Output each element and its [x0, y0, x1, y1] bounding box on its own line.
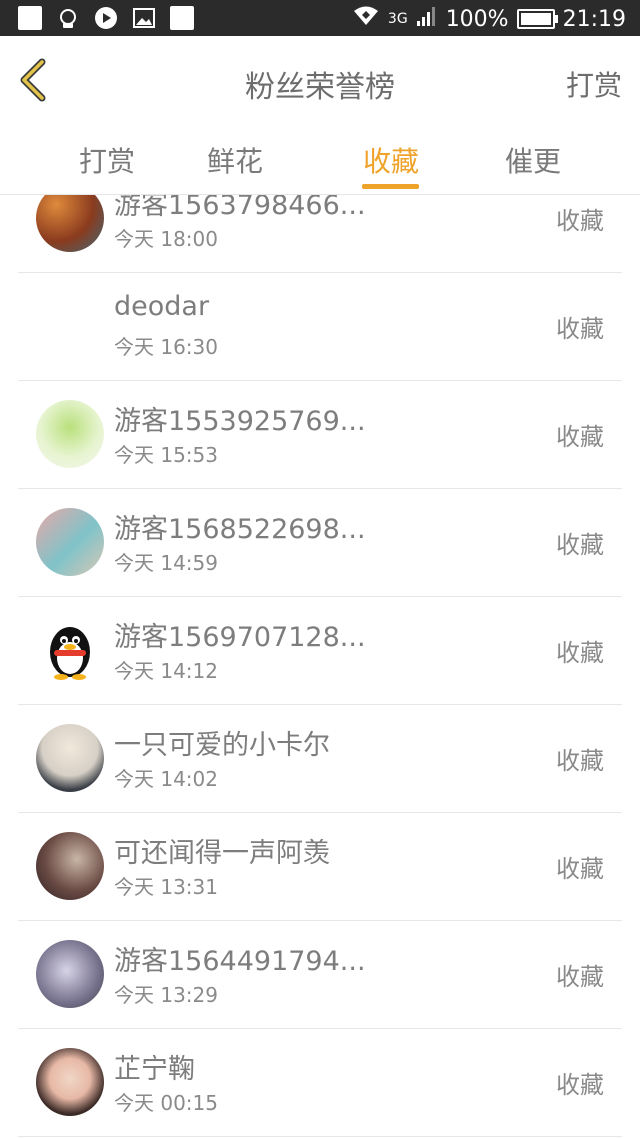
user-name: 游客1564491794... [114, 946, 366, 977]
tab-flowers[interactable]: 鲜花 [180, 140, 290, 180]
action-label: 收藏 [556, 1071, 604, 1099]
timestamp: 今天 14:12 [114, 659, 218, 683]
user-name: 一只可爱的小卡尔 [114, 730, 330, 761]
timestamp: 今天 13:29 [114, 983, 218, 1007]
battery-percent: 100% [445, 6, 509, 32]
app-header: 粉丝荣誉榜 打赏 [0, 36, 640, 123]
timestamp: 今天 13:31 [114, 875, 218, 899]
reward-button[interactable]: 打赏 [566, 64, 622, 104]
action-label: 收藏 [556, 315, 604, 343]
timestamp: 今天 16:30 [114, 335, 218, 359]
action-label: 收藏 [556, 963, 604, 991]
timestamp: 今天 15:53 [114, 443, 218, 467]
notification-square-icon [170, 6, 194, 30]
list-item[interactable]: 芷宁鞠 今天 00:15 收藏 [18, 1029, 622, 1137]
user-name: 游客1553925769... [114, 406, 366, 437]
user-name: 游客1563798466... [114, 195, 366, 221]
avatar [36, 724, 104, 792]
avatar [36, 508, 104, 576]
user-name: 游客1569707128... [114, 622, 366, 653]
avatar [36, 292, 104, 360]
notification-square-icon [18, 6, 42, 30]
action-label: 收藏 [556, 855, 604, 883]
list-item[interactable]: 一只可爱的小卡尔 今天 14:02 收藏 [18, 705, 622, 813]
active-tab-indicator [362, 184, 419, 189]
clock: 21:19 [562, 6, 626, 32]
list-item[interactable]: 游客1553925769... 今天 15:53 收藏 [18, 381, 622, 489]
user-name: deodar [114, 291, 210, 322]
tab-reward[interactable]: 打赏 [52, 140, 162, 180]
status-bar: 3G 100% 21:19 [0, 0, 640, 36]
timestamp: 今天 18:00 [114, 227, 218, 251]
list-item[interactable]: 游客1563798466... 今天 18:00 收藏 [18, 195, 622, 273]
avatar [36, 195, 104, 252]
wifi-icon [352, 5, 380, 33]
avatar [36, 940, 104, 1008]
action-label: 收藏 [556, 423, 604, 451]
page-title: 粉丝荣誉榜 [245, 70, 395, 105]
list-item[interactable]: 游客1564491794... 今天 13:29 收藏 [18, 921, 622, 1029]
avatar [36, 832, 104, 900]
timestamp: 今天 14:02 [114, 767, 218, 791]
timestamp: 今天 00:15 [114, 1091, 218, 1115]
avatar [36, 400, 104, 468]
tab-urge-update[interactable]: 催更 [478, 140, 588, 180]
timestamp: 今天 14:59 [114, 551, 218, 575]
play-circle-icon [94, 6, 118, 30]
tab-favorites[interactable]: 收藏 [336, 140, 446, 180]
chat-bot-icon [56, 6, 80, 30]
list-item[interactable]: 游客1568522698... 今天 14:59 收藏 [18, 489, 622, 597]
notification-icons [18, 6, 194, 30]
user-name: 芷宁鞠 [114, 1054, 195, 1085]
action-label: 收藏 [556, 207, 604, 235]
list-item[interactable]: 游客1569707128... 今天 14:12 收藏 [18, 597, 622, 705]
signal-icon [416, 5, 438, 33]
action-label: 收藏 [556, 747, 604, 775]
list-item[interactable]: deodar 今天 16:30 收藏 [18, 273, 622, 381]
image-icon [132, 6, 156, 30]
user-name: 游客1568522698... [114, 514, 366, 545]
list-item[interactable]: 可还闻得一声阿羡 今天 13:31 收藏 [18, 813, 622, 921]
network-type: 3G [387, 11, 408, 27]
action-label: 收藏 [556, 531, 604, 559]
user-name: 可还闻得一声阿羡 [114, 838, 330, 869]
fan-list[interactable]: 游客1563798466... 今天 18:00 收藏 deodar 今天 16… [0, 195, 640, 1138]
battery-icon [516, 9, 558, 29]
action-label: 收藏 [556, 639, 604, 667]
status-right: 3G 100% 21:19 [352, 5, 626, 33]
tab-bar: 打赏 鲜花 收藏 催更 [0, 122, 640, 195]
qq-penguin-avatar [36, 616, 104, 684]
avatar [36, 1048, 104, 1116]
